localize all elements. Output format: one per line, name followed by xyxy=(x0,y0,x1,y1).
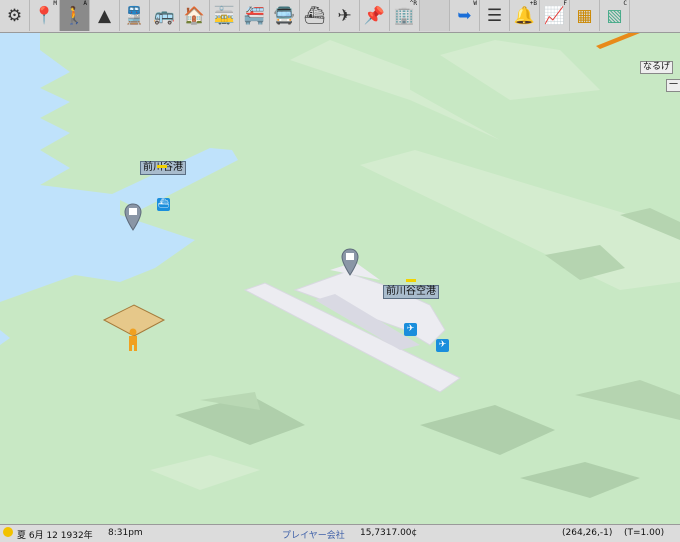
ship-icon[interactable]: ⛴ xyxy=(157,198,170,211)
toolbar-button-minimap[interactable]: ▦ xyxy=(570,0,600,31)
map-canvas[interactable] xyxy=(0,30,680,524)
coach-icon: 🚍 xyxy=(273,5,296,26)
ship-icon: ⛴ xyxy=(303,5,326,26)
toolbar-button-bus[interactable]: 🚌 xyxy=(150,0,180,31)
monorail-icon: 🚝 xyxy=(243,5,266,26)
train-icon: 🚆 xyxy=(123,5,146,26)
airport-label[interactable]: 前川谷空港 xyxy=(383,285,439,299)
game-map[interactable]: 前川谷港 前川谷空港 なるげ 一 ⛴ ✈ ✈ xyxy=(0,30,680,524)
toolbar-button-tram[interactable]: 🚋 xyxy=(210,0,240,31)
toolbar-button-line-graph[interactable]: 📈 F xyxy=(540,0,570,31)
toolbar-button-terrain[interactable]: ▲ xyxy=(90,0,120,31)
toolbar-button-pedestrian[interactable]: 🚶 A xyxy=(60,0,90,31)
list-icon: ☰ xyxy=(486,5,503,26)
status-date: 夏 6月 12 1932年 xyxy=(17,531,93,541)
settings-gear-icon: ⚙ xyxy=(6,5,23,26)
status-coords: (264,26,-1) xyxy=(562,528,613,538)
status-time: 8:31pm xyxy=(108,528,143,538)
toolbar-button-map-pin[interactable]: 📍 M xyxy=(30,0,60,31)
port-flag-icon xyxy=(157,165,167,168)
toolbar-button-list[interactable]: ☰ xyxy=(480,0,510,31)
toolbar-button-direction-sign[interactable]: ➥ W xyxy=(450,0,480,31)
status-money: 15,7317.00¢ xyxy=(360,528,418,538)
toolbar-button-ship[interactable]: ⛴ xyxy=(300,0,330,31)
shortcut-key-label: +B xyxy=(529,0,537,7)
sun-icon xyxy=(3,527,13,537)
shortcut-key-label: F xyxy=(563,0,567,7)
airplane-icon[interactable]: ✈ xyxy=(436,339,449,352)
airplane-icon[interactable]: ✈ xyxy=(404,323,417,336)
building-icon: 🏢 xyxy=(393,5,416,26)
corner-label-2[interactable]: 一 xyxy=(666,79,680,92)
tram-icon: 🚋 xyxy=(213,5,236,26)
balloon-pin-icon: 📌 xyxy=(363,5,386,26)
status-bar: 夏 6月 12 1932年 8:31pm プレイヤー会社 15,7317.00¢… xyxy=(0,524,680,542)
airport-flag-icon xyxy=(406,279,416,282)
pedestrian-icon[interactable] xyxy=(126,328,140,352)
toolbar-button-settings-gear[interactable]: ⚙ xyxy=(0,0,30,31)
station-pin-icon[interactable] xyxy=(341,248,359,276)
minimap-icon: ▦ xyxy=(576,5,593,26)
map-pin-icon: 📍 xyxy=(33,5,56,26)
toolbar-button-building[interactable]: 🏢 ^R xyxy=(390,0,420,31)
bell-icon: 🔔 xyxy=(513,5,536,26)
toolbar-button-depot[interactable]: 🏠 xyxy=(180,0,210,31)
toolbar-separator xyxy=(420,0,450,31)
shortcut-key-label: W xyxy=(473,0,477,7)
terrain-icon: ▲ xyxy=(97,5,112,26)
shortcut-key-label: C xyxy=(623,0,627,7)
airplane-icon: ✈ xyxy=(337,5,352,26)
shortcut-key-label: M xyxy=(53,0,57,7)
status-speed: (T=1.00) xyxy=(624,528,665,538)
toolbar-button-airplane[interactable]: ✈ xyxy=(330,0,360,31)
shortcut-key-label: ^R xyxy=(409,0,417,7)
main-toolbar: ⚙ 📍 M 🚶 A ▲ 🚆 🚌 🏠 🚋 🚝 🚍 ⛴ ✈ 📌 🏢 ^R ➥ W ☰ 🔔 +B 📈 F ▦ ▧ C xyxy=(0,0,680,33)
pedestrian-icon: 🚶 xyxy=(63,5,86,26)
depot-icon: 🏠 xyxy=(183,5,206,26)
bus-icon: 🚌 xyxy=(153,5,176,26)
toolbar-button-monorail[interactable]: 🚝 xyxy=(240,0,270,31)
line-graph-icon: 📈 xyxy=(543,5,566,26)
status-company: プレイヤー会社 xyxy=(282,531,345,541)
chart-window-icon: ▧ xyxy=(606,5,623,26)
corner-label[interactable]: なるげ xyxy=(640,61,674,74)
toolbar-button-coach[interactable]: 🚍 xyxy=(270,0,300,31)
station-pin-icon[interactable] xyxy=(124,203,142,231)
toolbar-button-bell[interactable]: 🔔 +B xyxy=(510,0,540,31)
port-label[interactable]: 前川谷港 xyxy=(140,161,186,175)
toolbar-button-balloon-pin[interactable]: 📌 xyxy=(360,0,390,31)
toolbar-button-chart-window[interactable]: ▧ C xyxy=(600,0,630,31)
shortcut-key-label: A xyxy=(83,0,87,7)
toolbar-button-train[interactable]: 🚆 xyxy=(120,0,150,31)
direction-sign-icon: ➥ xyxy=(457,5,472,26)
